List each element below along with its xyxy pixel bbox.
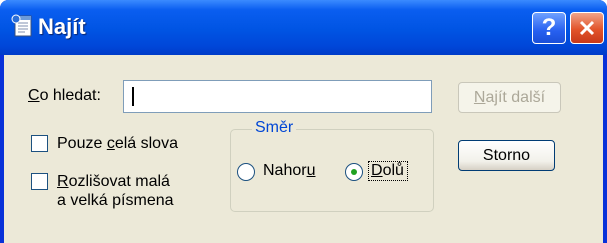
- match-case-label: Rozlišovat malá: [57, 173, 170, 190]
- direction-up-radio[interactable]: [237, 163, 255, 181]
- close-button[interactable]: [570, 12, 604, 44]
- help-button[interactable]: ?: [532, 12, 566, 44]
- find-dialog: Najít ? Co hledat: Najít další Storno Po…: [0, 0, 607, 243]
- direction-down-radio[interactable]: [345, 163, 363, 181]
- cancel-button[interactable]: Storno: [458, 140, 555, 171]
- direction-up-label: Nahoru: [263, 162, 316, 179]
- find-next-button[interactable]: Najít další: [458, 82, 561, 113]
- title-bar[interactable]: Najít ?: [0, 0, 607, 55]
- close-icon: [579, 20, 595, 36]
- direction-down-label: Dolů: [371, 162, 404, 179]
- direction-legend: Směr: [252, 119, 297, 137]
- dialog-body: Co hledat: Najít další Storno Pouze celá…: [4, 55, 603, 243]
- match-case-checkbox[interactable]: [31, 173, 48, 190]
- radio-selected-dot: [351, 169, 357, 175]
- search-label: Co hledat:: [28, 87, 101, 104]
- whole-words-label: Pouze celá slova: [57, 135, 178, 152]
- text-caret: [132, 87, 134, 106]
- window-title: Najít: [38, 14, 86, 39]
- whole-words-checkbox[interactable]: [31, 135, 48, 152]
- match-case-label-line2: a velká písmena: [57, 192, 174, 209]
- notepad-icon: [11, 14, 32, 37]
- search-input[interactable]: [123, 80, 432, 113]
